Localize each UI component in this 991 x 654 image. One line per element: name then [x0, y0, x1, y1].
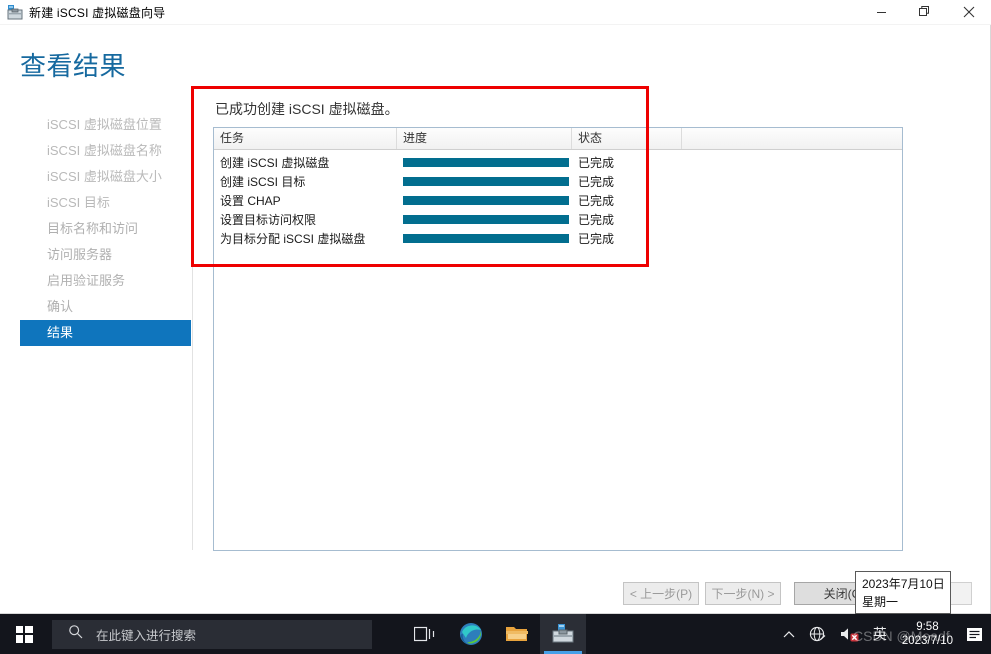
progress-fill: [403, 215, 569, 224]
task-status: 已完成: [578, 194, 615, 208]
task-label: 创建 iSCSI 虚拟磁盘: [220, 156, 330, 170]
table-header-row: 任务 进度 状态: [214, 128, 902, 150]
result-message: 已成功创建 iSCSI 虚拟磁盘。: [215, 101, 399, 117]
task-label: 设置 CHAP: [220, 194, 281, 208]
task-label: 为目标分配 iSCSI 虚拟磁盘: [220, 232, 366, 246]
sidebar-item-vdisk-size[interactable]: iSCSI 虚拟磁盘大小: [20, 164, 191, 190]
minimize-icon[interactable]: [859, 0, 903, 24]
windows-start-icon[interactable]: [0, 614, 48, 654]
taskbar-search-input[interactable]: 在此键入进行搜索: [52, 619, 372, 649]
title-separator: [0, 24, 991, 25]
file-explorer-icon[interactable]: [494, 614, 540, 654]
system-tray: 英 9:58 2023/7/10: [776, 614, 991, 654]
task-progress-bar: [397, 215, 572, 224]
chevron-up-icon[interactable]: [776, 614, 802, 654]
task-status: 已完成: [578, 213, 615, 227]
tooltip-date: 2023年7月10日: [862, 577, 945, 591]
clock-time: 9:58: [916, 621, 939, 633]
task-progress-bar: [397, 158, 572, 167]
title-bar: 新建 iSCSI 虚拟磁盘向导: [0, 0, 991, 24]
task-view-icon[interactable]: [402, 614, 448, 654]
sidebar-item-confirmation[interactable]: 确认: [20, 294, 191, 320]
table-row[interactable]: 为目标分配 iSCSI 虚拟磁盘 已完成: [214, 229, 902, 248]
wizard-window: 新建 iSCSI 虚拟磁盘向导 查看结果 iSCSI 虚拟磁盘位置 iSCSI …: [0, 0, 991, 614]
window-controls: [859, 0, 991, 24]
table-row[interactable]: 创建 iSCSI 虚拟磁盘 已完成: [214, 153, 902, 172]
table-body: 创建 iSCSI 虚拟磁盘 已完成 创建 iSCSI 目标 已完成 设置 CHA…: [214, 150, 902, 248]
sidebar-item-vdisk-location[interactable]: iSCSI 虚拟磁盘位置: [20, 112, 191, 138]
progress-fill: [403, 177, 569, 186]
table-row[interactable]: 设置 CHAP 已完成: [214, 191, 902, 210]
task-status: 已完成: [578, 232, 615, 246]
clock-tooltip: 2023年7月10日 星期一: [855, 571, 951, 614]
ime-indicator[interactable]: 英: [866, 614, 894, 654]
search-icon: [68, 624, 83, 644]
column-header-status[interactable]: 状态: [572, 128, 682, 149]
progress-fill: [403, 234, 569, 243]
task-label: 设置目标访问权限: [220, 213, 317, 227]
column-header-progress[interactable]: 进度: [397, 128, 572, 149]
taskbar: 在此键入进行搜索 英 9:58 2023/7/10: [0, 614, 991, 654]
sidebar-divider: [192, 112, 193, 550]
progress-fill: [403, 196, 569, 205]
close-icon[interactable]: [947, 0, 991, 24]
column-header-empty[interactable]: [682, 128, 900, 149]
next-button[interactable]: 下一步(N) >: [705, 582, 781, 605]
sidebar-item-vdisk-name[interactable]: iSCSI 虚拟磁盘名称: [20, 138, 191, 164]
speaker-muted-icon[interactable]: [833, 614, 866, 654]
wizard-footer: < 上一步(P) 下一步(N) > 关闭(C): [0, 578, 991, 614]
task-progress-bar: [397, 177, 572, 186]
sidebar-item-access-servers[interactable]: 访问服务器: [20, 242, 191, 268]
sidebar-item-results[interactable]: 结果: [20, 320, 191, 346]
task-status: 已完成: [578, 175, 615, 189]
previous-button[interactable]: < 上一步(P): [623, 582, 699, 605]
network-globe-warning-icon[interactable]: [802, 614, 833, 654]
window-title: 新建 iSCSI 虚拟磁盘向导: [29, 5, 166, 20]
progress-fill: [403, 158, 569, 167]
tooltip-weekday: 星期一: [862, 595, 899, 609]
task-results-list: 任务 进度 状态 创建 iSCSI 虚拟磁盘 已完成 创建 iSCSI 目标 已…: [213, 127, 903, 551]
column-header-task[interactable]: 任务: [214, 128, 397, 149]
taskbar-clock[interactable]: 9:58 2023/7/10: [894, 614, 962, 654]
sidebar-item-enable-auth[interactable]: 启用验证服务: [20, 268, 191, 294]
sidebar-item-target-name[interactable]: 目标名称和访问: [20, 216, 191, 242]
sidebar-item-iscsi-target[interactable]: iSCSI 目标: [20, 190, 191, 216]
task-progress-bar: [397, 234, 572, 243]
wizard-step-nav: iSCSI 虚拟磁盘位置 iSCSI 虚拟磁盘名称 iSCSI 虚拟磁盘大小 i…: [20, 112, 191, 346]
edge-browser-icon[interactable]: [448, 614, 494, 654]
task-status: 已完成: [578, 156, 615, 170]
table-row[interactable]: 设置目标访问权限 已完成: [214, 210, 902, 229]
wizard-toolbox-icon: [7, 4, 23, 20]
restore-icon[interactable]: [903, 0, 947, 24]
page-title: 查看结果: [20, 51, 127, 81]
search-placeholder: 在此键入进行搜索: [96, 628, 197, 643]
notification-center-icon[interactable]: [962, 614, 991, 654]
table-row[interactable]: 创建 iSCSI 目标 已完成: [214, 172, 902, 191]
clock-date: 2023/7/10: [901, 635, 953, 647]
server-manager-icon[interactable]: [540, 614, 586, 654]
task-label: 创建 iSCSI 目标: [220, 175, 306, 189]
task-progress-bar: [397, 196, 572, 205]
